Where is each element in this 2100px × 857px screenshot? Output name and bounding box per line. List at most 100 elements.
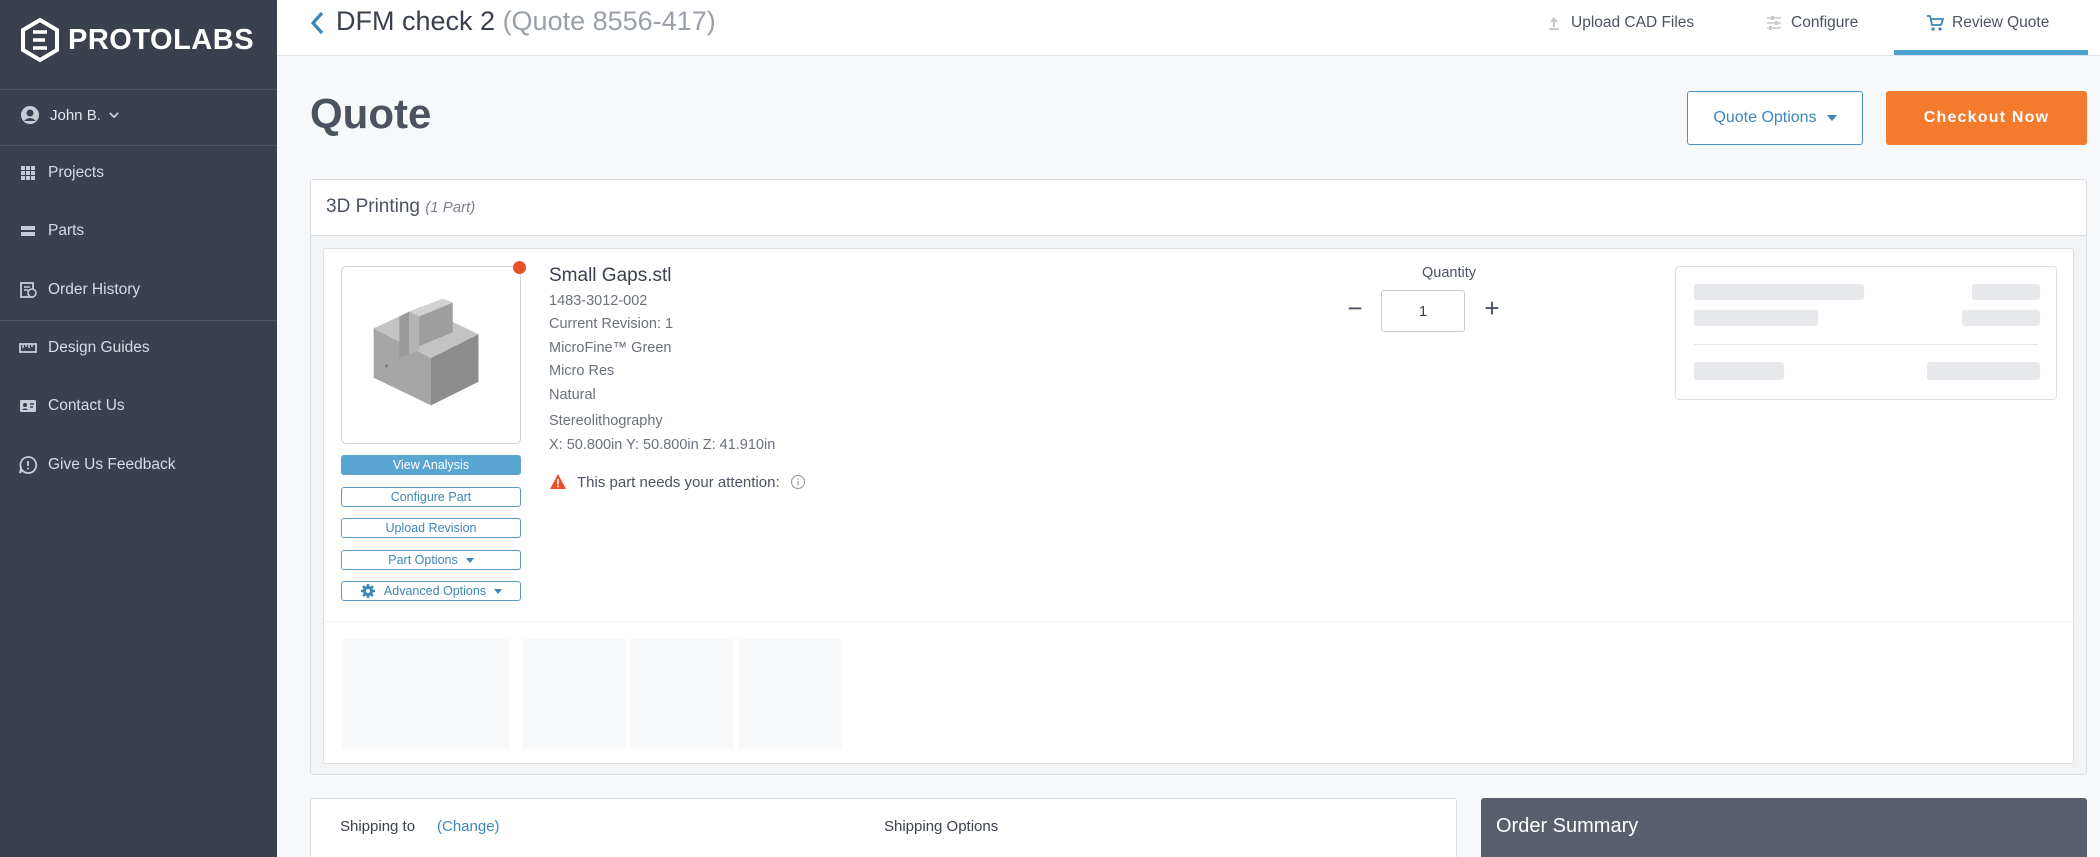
parts-icon <box>21 226 35 236</box>
sidebar-divider <box>0 89 277 90</box>
part-process: Stereolithography <box>549 413 663 429</box>
brand-name: PROTOLABS <box>68 23 255 56</box>
sidebar-item-design-guides[interactable]: Design Guides <box>18 335 150 361</box>
info-icon[interactable] <box>790 474 806 490</box>
upload-icon <box>1549 17 1559 30</box>
faded-placeholder <box>630 639 734 749</box>
checkout-label: Checkout Now <box>1923 109 2050 126</box>
part-file-name: Small Gaps.stl <box>549 265 672 286</box>
price-loading-placeholder <box>1675 266 2057 400</box>
part-number: 1483-3012-002 <box>549 293 648 309</box>
price-divider <box>1694 344 2038 345</box>
part-finish: Natural <box>549 387 596 403</box>
caret-down-icon <box>494 588 503 594</box>
shipping-to-label: Shipping to <box>340 818 416 835</box>
order-summary-panel: Order Summary <box>1481 798 2087 857</box>
quantity-input[interactable] <box>1381 290 1465 332</box>
process-section: 3D Printing (1 Part) View Analysis Confi… <box>310 179 2087 775</box>
sidebar-item-contact-us[interactable]: Contact Us <box>18 393 125 419</box>
ruler-icon <box>19 343 37 353</box>
quote-options-label: Quote Options <box>1713 109 1817 126</box>
quantity-decrement-button[interactable]: − <box>1343 295 1367 321</box>
quote-options-button[interactable]: Quote Options <box>1687 91 1863 145</box>
tab-upload-cad-files[interactable]: Upload CAD Files <box>1545 12 1694 34</box>
top-bar: DFM check 2 (Quote 8556-417) Upload CAD … <box>277 0 2100 56</box>
page-title: DFM check 2 (Quote 8556-417) <box>336 6 716 37</box>
project-name: DFM check 2 <box>336 6 496 36</box>
tab-label: Configure <box>1791 14 1859 31</box>
caret-down-icon <box>1826 115 1837 121</box>
skeleton-line <box>1694 362 1784 380</box>
faded-placeholder <box>738 639 842 749</box>
quantity-label: Quantity <box>1422 265 1476 281</box>
sidebar-item-label: Contact Us <box>48 397 125 414</box>
chevron-down-icon <box>109 112 119 119</box>
part-options-label: Part Options <box>388 553 458 567</box>
tab-label: Upload CAD Files <box>1571 14 1695 31</box>
sidebar-item-label: Projects <box>48 164 104 181</box>
part-card: View Analysis Configure Part Upload Revi… <box>323 248 2074 764</box>
view-analysis-button[interactable]: View Analysis <box>341 455 521 475</box>
sidebar-item-order-history[interactable]: Order History <box>18 277 140 303</box>
skeleton-line <box>1694 310 1818 326</box>
checkout-now-button[interactable]: Checkout Now <box>1886 91 2087 145</box>
sidebar-item-parts[interactable]: Parts <box>18 218 84 244</box>
quantity-increment-button[interactable]: + <box>1480 295 1504 321</box>
user-avatar-icon <box>21 106 39 124</box>
part-thumbnail[interactable] <box>341 266 521 444</box>
sidebar-divider <box>0 320 277 321</box>
part-revision: Current Revision: 1 <box>549 316 674 332</box>
protolabs-logo-icon <box>21 18 59 62</box>
attention-notice: This part needs your attention: <box>549 473 806 491</box>
part-material: MicroFine™ Green <box>549 340 672 356</box>
contact-card-icon <box>20 400 36 412</box>
skeleton-line <box>1694 284 1864 300</box>
change-address-link[interactable]: (Change) <box>437 818 500 835</box>
card-divider <box>324 621 2073 622</box>
skeleton-line <box>1927 362 2040 380</box>
process-name: 3D Printing <box>326 196 420 217</box>
sidebar-divider <box>0 145 277 146</box>
faded-placeholder <box>522 639 626 749</box>
shipping-options-label: Shipping Options <box>884 818 999 835</box>
caret-down-icon <box>465 557 474 563</box>
part-dimensions: X: 50.800in Y: 50.800in Z: 41.910in <box>549 437 776 453</box>
back-chevron-icon[interactable] <box>307 10 329 36</box>
configure-icon <box>1767 16 1781 30</box>
skeleton-line <box>1962 310 2040 326</box>
quote-heading: Quote <box>310 90 432 137</box>
grid-icon <box>21 166 35 180</box>
part-resolution: Micro Res <box>549 363 615 379</box>
sidebar-item-label: Parts <box>48 222 85 239</box>
order-history-icon <box>20 282 37 298</box>
part-options-button[interactable]: Part Options <box>341 550 521 570</box>
upload-revision-button[interactable]: Upload Revision <box>341 518 521 538</box>
configure-part-button[interactable]: Configure Part <box>341 487 521 507</box>
sidebar-item-label: Design Guides <box>48 339 150 356</box>
user-name: John B. <box>50 106 101 124</box>
tab-configure[interactable]: Configure <box>1765 12 1858 34</box>
configure-part-label: Configure Part <box>390 490 472 504</box>
active-tab-indicator <box>1894 50 2088 55</box>
user-menu[interactable]: John B. <box>20 103 121 127</box>
sidebar: PROTOLABS John B. Projects Parts Order H <box>0 0 277 857</box>
attention-dot <box>513 261 526 274</box>
tab-label: Review Quote <box>1952 14 2050 31</box>
gear-icon <box>360 584 375 598</box>
advanced-options-label: Advanced Options <box>383 584 487 598</box>
part-count: (1 Part) <box>425 199 476 216</box>
sidebar-item-label: Order History <box>48 281 141 298</box>
sidebar-item-label: Give Us Feedback <box>48 456 176 473</box>
faded-placeholder <box>342 639 510 749</box>
order-summary-title: Order Summary <box>1496 815 1639 837</box>
upload-revision-label: Upload Revision <box>385 521 477 535</box>
warning-icon <box>550 474 566 489</box>
sidebar-item-projects[interactable]: Projects <box>18 160 104 186</box>
shipping-panel: Shipping to (Change) Shipping Options <box>310 798 1457 857</box>
section-header: 3D Printing (1 Part) <box>311 180 2086 236</box>
section-title: 3D Printing (1 Part) <box>326 196 475 218</box>
advanced-options-button[interactable]: Advanced Options <box>341 581 521 601</box>
sidebar-item-feedback[interactable]: Give Us Feedback <box>18 452 176 478</box>
protolabs-logo[interactable]: PROTOLABS <box>20 18 254 62</box>
tab-review-quote[interactable]: Review Quote <box>1926 12 2049 34</box>
